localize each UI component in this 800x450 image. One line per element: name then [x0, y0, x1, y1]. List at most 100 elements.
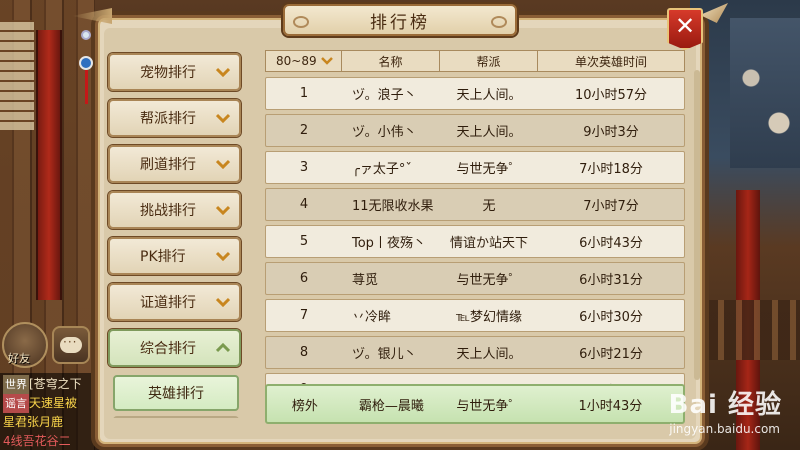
table-row[interactable]: 5 Top丨夜殇丶 情谊か站天下 6小时43分	[265, 225, 685, 258]
chat-log[interactable]: 世界 [苍穹之下 谣言 天速星被 星君张月鹿 4线吾花谷二	[0, 373, 95, 450]
sidebar-item-label: 综合排行	[140, 341, 196, 357]
column-header-time: 单次英雄时间	[574, 54, 647, 69]
time-cell: 9小时3分	[583, 125, 639, 140]
chat-channel-tag: 谣言	[3, 394, 29, 413]
lattice-window	[0, 20, 34, 130]
wooden-fence	[700, 300, 800, 360]
name-cell: ヅ。浪子丶	[352, 88, 417, 103]
rank-cell: 2	[299, 123, 309, 138]
sub-item-hero-ranking[interactable]: 英雄排行	[113, 375, 239, 411]
chat-line: 星君张月鹿	[3, 413, 92, 432]
time-cell: 6小时31分	[579, 273, 643, 288]
my-rank-cell: 榜外	[291, 398, 318, 414]
rank-cell: 3	[299, 160, 309, 175]
chat-channel-tag: 世界	[3, 375, 29, 394]
guild-cell: 天上人间。	[456, 347, 522, 362]
table-scrollbar[interactable]	[694, 70, 700, 380]
sidebar-item-guild[interactable]: 帮派排行	[108, 99, 241, 137]
close-button[interactable]: ✕	[667, 8, 703, 50]
name-cell: 11无限收水果	[352, 199, 434, 214]
blue-knot-icon	[79, 56, 93, 70]
time-cell: 7小时7分	[583, 199, 639, 214]
sidebar-item-label: 刷道排行	[140, 157, 196, 173]
close-icon: ✕	[674, 12, 696, 40]
friend-label: 好友	[8, 352, 30, 365]
chevron-down-icon	[320, 54, 333, 68]
guild-cell: 无	[482, 199, 496, 214]
chat-line: 4线吾花谷二	[3, 432, 92, 450]
guild-cell: 与世无争゜	[456, 162, 522, 177]
chat-button[interactable]	[52, 326, 90, 364]
name-cell: 丷冷眸	[352, 310, 392, 325]
sidebar-item-label: 帮派排行	[140, 111, 196, 127]
sidebar-item-label: 宠物排行	[140, 65, 196, 81]
red-pillar	[36, 30, 62, 300]
table-body[interactable]: 1 ヅ。浪子丶 天上人间。 10小时57分 2 ヅ。小伟丶 天上人间。 9小时3…	[265, 77, 685, 390]
sidebar-item-label: 挑战排行	[140, 203, 196, 219]
table-row[interactable]: 8 ヅ。银儿丶 天上人间。 6小时21分	[265, 336, 685, 369]
wall-painting	[730, 18, 800, 168]
ranking-table[interactable]: 80~89 名称 帮派 单次英雄时间 1 ヅ。浪子丶 天上人间。 10小时57分…	[265, 50, 685, 390]
chevron-down-icon	[213, 246, 233, 266]
chevron-down-icon	[213, 108, 233, 128]
chevron-down-icon	[213, 62, 233, 82]
chat-text: 天速星被	[29, 396, 78, 410]
guild-cell: 情谊か站天下	[449, 236, 528, 251]
page-title: 排行榜	[370, 12, 430, 33]
table-header: 80~89 名称 帮派 单次英雄时间	[265, 50, 685, 72]
sidebar-item-grind[interactable]: 刷道排行	[108, 145, 241, 183]
chat-text: 4线吾花谷二	[3, 434, 71, 448]
table-row[interactable]: 4 11无限收水果 无 7小时7分	[265, 188, 685, 221]
name-cell: ╭ァ太子°ˇ	[352, 162, 412, 177]
chevron-down-icon	[213, 200, 233, 220]
sidebar-item-dao[interactable]: 证道排行	[108, 283, 241, 321]
level-filter-value: 80~89	[276, 54, 317, 68]
chevron-down-icon	[213, 154, 233, 174]
table-row[interactable]: 7 丷冷眸 ℡梦幻情缘 6小时30分	[265, 299, 685, 332]
table-row[interactable]: 1 ヅ。浪子丶 天上人间。 10小时57分	[265, 77, 685, 110]
table-row[interactable]: 3 ╭ァ太子°ˇ 与世无争゜ 7小时18分	[265, 151, 685, 184]
jade-pendant-ornament	[79, 30, 93, 110]
guild-cell: 天上人间。	[456, 88, 522, 103]
rank-cell: 8	[299, 345, 309, 360]
sub-item-label: 英雄排行	[148, 386, 204, 402]
sidebar-item-label: 证道排行	[140, 295, 196, 311]
name-cell: 荨觅	[352, 273, 379, 288]
sidebar-item-overall[interactable]: 综合排行	[108, 329, 241, 367]
my-rank-row: 榜外 霸枪—晨曦 与世无争゜ 1小时43分	[265, 384, 685, 424]
column-header-guild: 帮派	[440, 51, 538, 71]
guild-cell: 与世无争゜	[456, 273, 522, 288]
rank-cell: 5	[299, 234, 309, 249]
sidebar-item-pk[interactable]: PK排行	[108, 237, 241, 275]
chat-line: 谣言 天速星被	[3, 394, 92, 413]
chevron-up-icon	[213, 338, 233, 358]
chevron-down-icon	[213, 292, 233, 312]
rank-cell: 4	[299, 197, 309, 212]
jade-bead-icon	[81, 30, 91, 40]
column-header-name: 名称	[342, 51, 440, 71]
my-guild-cell: 与世无争゜	[456, 398, 522, 414]
my-name-cell: 霸枪—晨曦	[358, 398, 424, 414]
sidebar-item-pet[interactable]: 宠物排行	[108, 53, 241, 91]
ranking-category-sidebar[interactable]: 宠物排行 帮派排行 刷道排行 挑战排行 PK排行 证道排行 综合排行 英雄排行	[105, 48, 243, 418]
rank-cell: 7	[299, 308, 309, 323]
baidu-jingyan-watermark: Bai 经验 jingyan.baidu.com	[642, 384, 792, 446]
title-plate: 排行榜	[283, 4, 517, 36]
rank-cell: 6	[299, 271, 309, 286]
table-row[interactable]: 6 荨觅 与世无争゜ 6小时31分	[265, 262, 685, 295]
chat-bubble-icon	[60, 335, 82, 353]
chat-line: 世界 [苍穹之下	[3, 375, 92, 394]
time-cell: 6小时21分	[579, 347, 643, 362]
name-cell: ヅ。小伟丶	[352, 125, 417, 140]
level-filter-dropdown[interactable]: 80~89	[266, 51, 342, 71]
guild-cell: 天上人间。	[456, 125, 522, 140]
red-tassel-icon	[84, 70, 88, 104]
rank-cell: 1	[299, 86, 309, 101]
sub-item-partial[interactable]	[113, 416, 239, 418]
watermark-logo: Bai 经验	[668, 390, 782, 420]
time-cell: 6小时30分	[579, 310, 643, 325]
table-row[interactable]: 2 ヅ。小伟丶 天上人间。 9小时3分	[265, 114, 685, 147]
time-cell: 7小时18分	[579, 162, 643, 177]
sidebar-item-challenge[interactable]: 挑战排行	[108, 191, 241, 229]
chat-text: [苍穹之下	[29, 377, 82, 391]
